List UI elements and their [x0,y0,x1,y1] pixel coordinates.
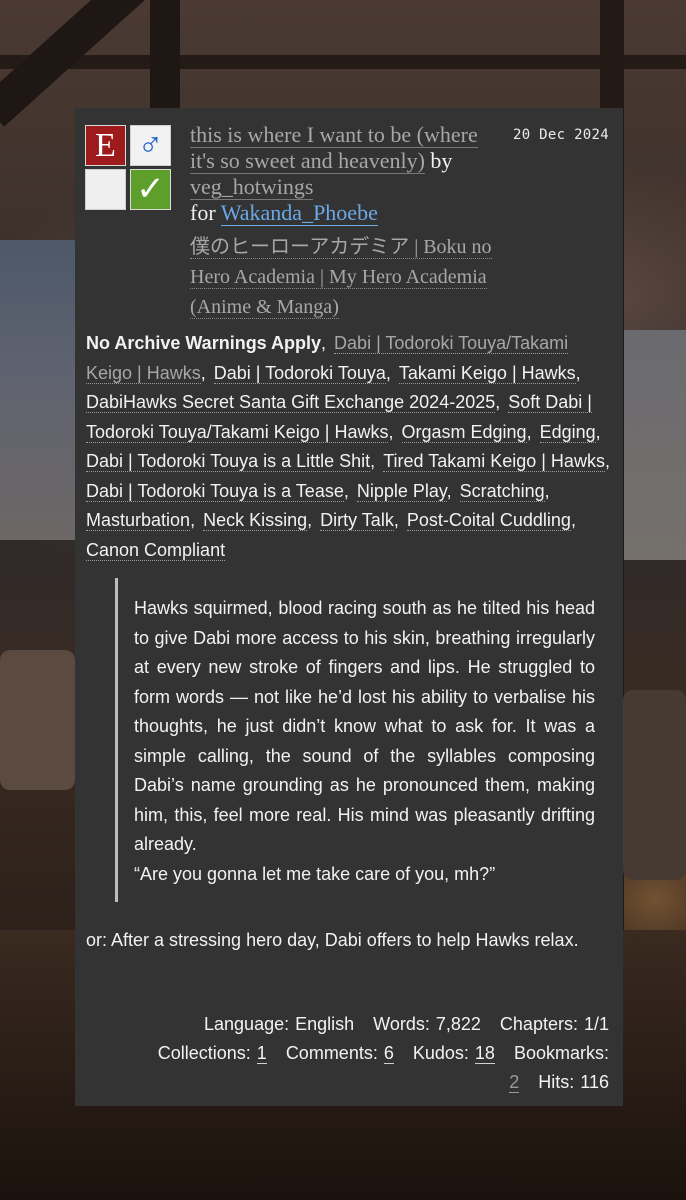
category-mm-icon[interactable]: ♂ [130,125,171,166]
by-text: by [430,148,453,173]
tag-warning[interactable]: No Archive Warnings Apply [86,333,321,353]
tag-separator: , [570,510,576,530]
tag-freeform[interactable]: Post-Coital Cuddling [406,510,571,531]
window [623,330,686,560]
stat-bookmarks-label: Bookmarks: [513,1043,609,1063]
tag-separator: , [321,333,332,353]
warnings-none-icon[interactable] [85,169,126,210]
fandom-link[interactable]: 僕のヒーローアカデミア | Boku no Hero Academia | My… [190,236,492,319]
tag-freeform[interactable]: Neck Kissing [203,510,308,531]
tag-separator: , [446,480,457,501]
collections-link[interactable]: 1 [256,1043,267,1064]
tag-freeform[interactable]: Scratching [459,480,545,502]
tag-freeform[interactable]: Canon Compliant [86,539,226,561]
bookmarks-link[interactable]: 2 [509,1072,520,1093]
rating-explicit-icon[interactable]: E [85,125,126,166]
tag-separator: , [604,451,610,471]
tag-separator: , [393,510,404,530]
summary-quote-line: “Are you gonna let me take care of you, … [134,863,496,884]
stat-bookmarks-value: 2 [509,1072,520,1093]
tag-freeform[interactable]: Edging [539,421,596,443]
summary-blockquote: Hawks squirmed, blood racing south as he… [115,578,595,902]
stat-language: Language: English [204,1014,355,1034]
stat-chapters: Chapters: 1/1 [499,1014,609,1034]
tag-separator: , [307,510,318,530]
tag-separator: , [370,451,381,471]
stat-kudos: Kudos: 18 [412,1043,495,1064]
window [0,240,75,540]
work-heading: this is where I want to be (where it's s… [190,122,500,226]
ceiling-beam [0,55,686,69]
tag-separator: , [575,362,581,383]
tag-character[interactable]: Dabi | Todoroki Touya [213,362,386,384]
tag-separator: , [544,480,550,501]
fandom-tags: 僕のヒーローアカデミア | Boku no Hero Academia | My… [190,232,520,322]
summary-quote-text: Hawks squirmed, blood racing south as he… [134,598,595,854]
tag-separator: , [526,421,537,442]
tag-list: No Archive Warnings Apply, Dabi | Todoro… [86,329,614,565]
tag-freeform[interactable]: Orgasm Edging [401,421,527,443]
sofa [623,690,686,880]
tag-freeform[interactable]: Dabi | Todoroki Touya is a Tease [86,480,344,502]
tag-separator: , [343,480,354,501]
comments-link[interactable]: 6 [383,1043,394,1064]
complete-work-icon[interactable]: ✓ [130,169,171,210]
tag-separator: , [200,362,211,383]
tag-freeform[interactable]: Nipple Play [356,480,447,502]
tag-freeform[interactable]: Dirty Talk [320,510,394,531]
stat-hits: Hits: 116 [538,1072,609,1092]
kudos-link[interactable]: 18 [474,1043,495,1064]
stat-words: Words: 7,822 [373,1014,481,1034]
stat-collections: Collections: 1 [157,1043,267,1064]
for-text: for [190,200,216,225]
tag-character[interactable]: Takami Keigo | Hawks [398,362,576,384]
stat-comments: Comments: 6 [285,1043,394,1064]
tag-separator: , [495,392,506,412]
work-date: 20 Dec 2024 [512,127,609,143]
recipient-link[interactable]: Wakanda_Phoebe [220,200,378,226]
work-blurb: E ♂ ✓ this is where I want to be (where … [75,108,623,1106]
tag-separator: , [595,421,601,442]
tag-separator: , [190,510,201,530]
author-link[interactable]: veg_hotwings [190,174,314,200]
required-tags: E ♂ ✓ [85,125,173,213]
tag-separator: , [388,421,399,442]
tag-freeform[interactable]: Masturbation [86,510,191,531]
tag-freeform[interactable]: Tired Takami Keigo | Hawks [383,451,605,472]
summary-text: or: After a stressing hero day, Dabi off… [86,930,579,950]
tag-separator: , [385,362,396,383]
tag-freeform[interactable]: DabiHawks Secret Santa Gift Exchange 202… [86,392,496,413]
tag-freeform[interactable]: Dabi | Todoroki Touya is a Little Shit [86,451,371,472]
work-stats: Language: English Words: 7,822 Chapters: 1/… [89,1010,609,1097]
sofa [0,650,75,790]
